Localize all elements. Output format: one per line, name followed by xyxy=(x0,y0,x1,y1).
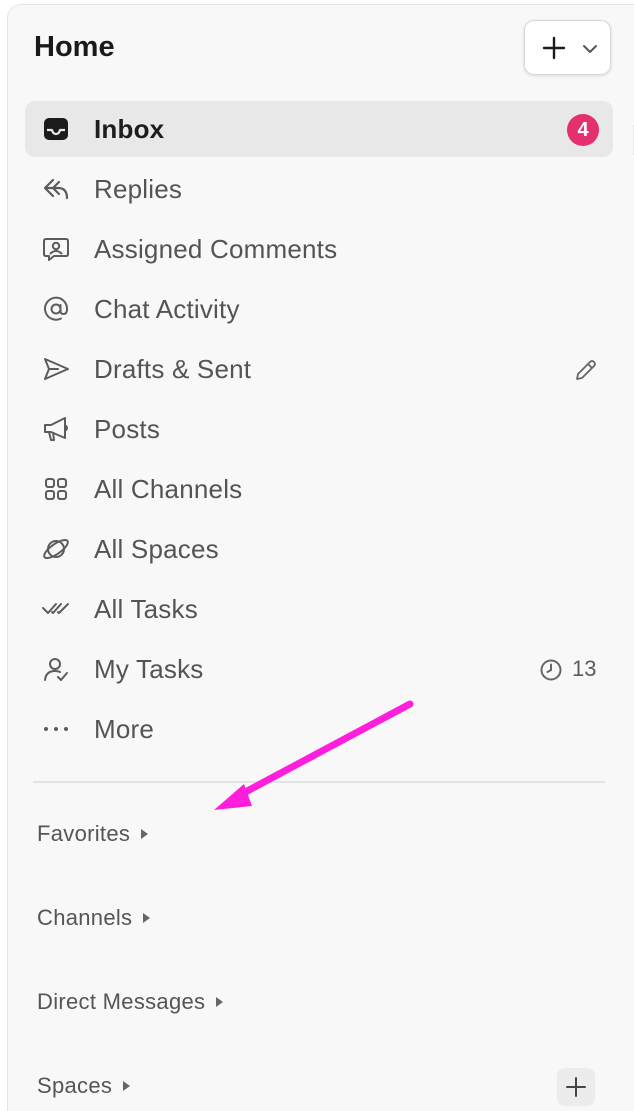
caret-right-icon[interactable] xyxy=(123,1081,131,1091)
sidebar-item-all-tasks[interactable]: All Tasks xyxy=(25,581,613,637)
sidebar-item-all-spaces[interactable]: All Spaces xyxy=(25,521,613,577)
section-spaces[interactable]: Spaces xyxy=(37,1073,131,1103)
section-direct-messages[interactable]: Direct Messages xyxy=(37,989,224,1019)
sidebar-item-assigned-comments[interactable]: Assigned Comments xyxy=(25,221,613,277)
megaphone-icon xyxy=(41,415,71,443)
inbox-icon xyxy=(41,115,71,143)
unread-count-badge: 4 xyxy=(567,114,599,146)
user-check-icon xyxy=(41,655,71,683)
reply-icon xyxy=(41,175,71,203)
section-label: Favorites xyxy=(37,821,131,846)
section-label: Spaces xyxy=(37,1073,113,1098)
due-tasks-count: 13 xyxy=(572,656,597,681)
sidebar-item-drafts-sent[interactable]: Drafts & Sent xyxy=(25,341,613,397)
send-icon xyxy=(41,355,71,383)
sidebar-item-posts[interactable]: Posts xyxy=(25,401,613,457)
section-label: Channels xyxy=(37,905,133,930)
caret-right-icon[interactable] xyxy=(141,829,149,839)
double-check-icon xyxy=(41,595,71,623)
sidebar-item-replies[interactable]: Replies xyxy=(25,161,613,217)
sidebar-item-label: Posts xyxy=(94,414,161,444)
section-label: Direct Messages xyxy=(37,989,206,1014)
sidebar-item-label: All Tasks xyxy=(94,594,198,624)
sidebar-item-label: Inbox xyxy=(94,114,165,144)
planet-icon xyxy=(41,535,71,563)
caret-right-icon[interactable] xyxy=(143,913,151,923)
sidebar-item-label: Drafts & Sent xyxy=(94,354,252,384)
add-space-button[interactable] xyxy=(557,1068,595,1106)
sidebar-item-label: Assigned Comments xyxy=(94,234,338,264)
plus-icon[interactable] xyxy=(542,36,566,65)
home-sidebar: Home Inbox 4 Replies Assigned Comments C… xyxy=(7,4,634,1111)
clock-icon xyxy=(540,659,562,681)
more-dots-icon xyxy=(41,715,71,743)
sidebar-item-label: More xyxy=(94,714,155,744)
section-divider xyxy=(33,781,605,783)
pencil-icon[interactable] xyxy=(573,357,599,388)
chevron-down-icon[interactable] xyxy=(582,42,598,60)
section-favorites[interactable]: Favorites xyxy=(37,821,149,851)
sidebar-item-label: Replies xyxy=(94,174,183,204)
due-tasks-indicator[interactable]: 13 xyxy=(539,655,601,685)
caret-right-icon[interactable] xyxy=(216,997,224,1007)
sidebar-item-more[interactable]: More xyxy=(25,701,613,757)
sidebar-item-my-tasks[interactable]: My Tasks 13 xyxy=(25,641,613,697)
sidebar-item-label: Chat Activity xyxy=(94,294,240,324)
plus-icon xyxy=(566,1077,586,1097)
section-channels[interactable]: Channels xyxy=(37,905,151,935)
assigned-comment-icon xyxy=(41,235,71,263)
sidebar-item-label: My Tasks xyxy=(94,654,204,684)
sidebar-item-chat-activity[interactable]: Chat Activity xyxy=(25,281,613,337)
page-title: Home xyxy=(34,31,115,63)
grid-icon xyxy=(41,475,71,503)
sidebar-item-inbox[interactable]: Inbox 4 xyxy=(25,101,613,157)
at-sign-icon xyxy=(41,295,71,323)
sidebar-item-label: All Spaces xyxy=(94,534,219,564)
create-new-button[interactable] xyxy=(524,20,611,75)
sidebar-item-all-channels[interactable]: All Channels xyxy=(25,461,613,517)
sidebar-item-label: All Channels xyxy=(94,474,243,504)
